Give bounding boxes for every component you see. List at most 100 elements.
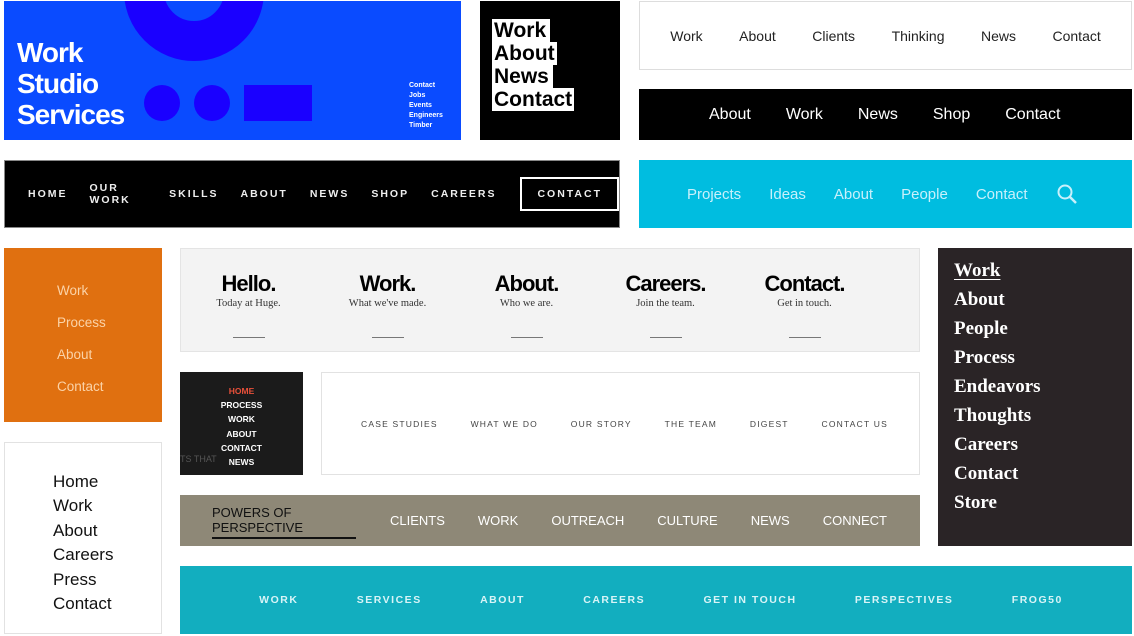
nav-item[interactable]: SHOP — [371, 188, 409, 200]
nav-item[interactable]: About — [492, 42, 557, 65]
nav-item[interactable]: CULTURE — [657, 513, 717, 528]
nav-item[interactable]: NEWS — [310, 188, 350, 200]
nav-item[interactable]: News — [981, 28, 1016, 44]
nav-item[interactable]: CONTACT — [180, 441, 303, 455]
nav-item[interactable]: About — [739, 28, 776, 44]
nav-item[interactable]: CONNECT — [823, 513, 887, 528]
nav-item[interactable]: FROG50 — [1012, 594, 1063, 606]
nav-item[interactable]: WORK — [180, 412, 303, 426]
nav-item[interactable]: Hello. Today at Huge. — [181, 271, 318, 338]
nav-item[interactable]: Engineers — [409, 111, 443, 121]
nav-item-subtitle: Who we are. — [499, 298, 554, 309]
nav-item[interactable]: CONTACT US — [822, 419, 888, 429]
nav-item[interactable]: Press — [53, 568, 113, 592]
nav-item[interactable]: NEWS — [751, 513, 790, 528]
nav-item[interactable]: Careers. Join the team. — [596, 271, 735, 338]
decor-ring — [124, 1, 264, 61]
nav-item[interactable]: Contact. Get in touch. — [735, 271, 874, 338]
nav-item[interactable]: About. Who we are. — [457, 271, 596, 338]
nav-item[interactable]: WORK — [478, 513, 518, 528]
nav-item[interactable]: PROCESS — [180, 398, 303, 412]
nav-item[interactable]: Shop — [933, 106, 970, 124]
nav-item[interactable]: Thinking — [892, 28, 945, 44]
nav-item[interactable]: Process — [57, 307, 106, 339]
nav-item[interactable]: About — [834, 186, 873, 203]
nav-item[interactable]: CAREERS — [431, 188, 496, 200]
nav-item[interactable]: Events — [409, 101, 443, 111]
decor-circle — [144, 85, 180, 121]
nav-item[interactable]: SERVICES — [357, 594, 422, 606]
nav-item[interactable]: Work — [670, 28, 702, 44]
nav-item[interactable]: Contact — [976, 186, 1028, 203]
nav-item[interactable]: Ideas — [769, 186, 806, 203]
nav-item[interactable]: About — [57, 339, 106, 371]
nav-item[interactable]: Services — [17, 99, 125, 130]
nav-item[interactable]: About — [709, 106, 751, 124]
nav-item[interactable]: ABOUT — [480, 594, 525, 606]
nav-item[interactable]: ABOUT — [241, 188, 288, 200]
nav-item-subtitle: Today at Huge. — [216, 298, 281, 309]
nav-item[interactable]: Work — [954, 256, 1041, 285]
nav-item[interactable]: OUR STORY — [571, 419, 632, 429]
nav-item[interactable]: Contact — [954, 459, 1041, 488]
nav-item[interactable]: People — [954, 314, 1041, 343]
nav-item[interactable]: DIGEST — [750, 419, 789, 429]
nav-item[interactable]: Jobs — [409, 91, 443, 101]
nav-item[interactable]: Contact — [1053, 28, 1101, 44]
nav-item[interactable]: News — [858, 106, 898, 124]
nav-item[interactable]: OUTREACH — [551, 513, 624, 528]
nav-item[interactable]: Timber — [409, 121, 443, 131]
search-icon[interactable] — [1056, 183, 1078, 205]
nav-item[interactable]: CAREERS — [583, 594, 645, 606]
nav-item[interactable]: Contact — [53, 592, 113, 616]
decor-rect — [244, 85, 312, 121]
nav-panel-black-boxes: Work About News Contact — [480, 1, 620, 140]
nav-item[interactable]: Careers — [954, 430, 1041, 459]
nav-item[interactable]: SKILLS — [169, 188, 218, 200]
nav-item[interactable]: CLIENTS — [390, 513, 445, 528]
nav-item[interactable]: Endeavors — [954, 372, 1041, 401]
nav-item[interactable]: About — [954, 285, 1041, 314]
nav-item[interactable]: Home — [53, 470, 113, 494]
nav-item[interactable]: THE TEAM — [665, 419, 717, 429]
nav-panel-teal: WORK SERVICES ABOUT CAREERS GET IN TOUCH PERS… — [180, 566, 1132, 634]
nav-panel-black-caps: HOME OUR WORK SKILLS ABOUT NEWS SHOP CAR… — [4, 160, 620, 228]
nav-item[interactable]: Work — [57, 275, 106, 307]
nav-item[interactable]: Work — [786, 106, 823, 124]
nav-item[interactable]: Contact — [57, 371, 106, 403]
nav-item[interactable]: POWERS OF PERSPECTIVE — [212, 503, 356, 539]
nav-item[interactable]: Work — [53, 494, 113, 518]
nav-item[interactable]: HOME — [180, 384, 303, 398]
nav-panel-orange: Work Process About Contact — [4, 248, 162, 422]
nav-item[interactable]: Work — [492, 19, 551, 42]
nav-panel-white-list: Home Work About Careers Press Contact — [4, 442, 162, 634]
nav-panel-black: About Work News Shop Contact — [639, 89, 1132, 140]
nav-item[interactable]: Store — [954, 488, 1041, 517]
nav-item[interactable]: OUR WORK — [90, 182, 148, 206]
nav-item[interactable]: Work. What we've made. — [318, 271, 457, 338]
nav-item[interactable]: Studio — [17, 68, 124, 99]
nav-item[interactable]: Contact — [409, 81, 443, 91]
nav-item[interactable]: PERSPECTIVES — [855, 594, 954, 606]
nav-item[interactable]: Careers — [53, 543, 113, 567]
nav-item[interactable]: CASE STUDIES — [361, 419, 438, 429]
nav-item[interactable]: People — [901, 186, 948, 203]
nav-item[interactable]: Work — [17, 37, 124, 68]
nav-item[interactable]: WORK — [259, 594, 298, 606]
nav-item[interactable]: Contact — [1005, 106, 1060, 124]
nav-item[interactable]: About — [53, 519, 113, 543]
nav-item-title: Contact. — [764, 271, 846, 296]
nav-item[interactable]: Contact — [492, 88, 575, 111]
nav-item[interactable]: Thoughts — [954, 401, 1041, 430]
nav-item[interactable]: NEWS — [180, 455, 303, 469]
nav-item[interactable]: Clients — [812, 28, 855, 44]
nav-item[interactable]: Process — [954, 343, 1041, 372]
nav-item[interactable]: GET IN TOUCH — [703, 594, 796, 606]
nav-item[interactable]: HOME — [28, 188, 68, 200]
nav-item[interactable]: WHAT WE DO — [471, 419, 538, 429]
contact-button[interactable]: CONTACT — [520, 177, 619, 211]
nav-panel-white-caps: CASE STUDIES WHAT WE DO OUR STORY THE TEAM D… — [321, 372, 920, 475]
nav-item[interactable]: News — [492, 65, 553, 88]
nav-item[interactable]: Projects — [687, 186, 741, 203]
nav-item[interactable]: ABOUT — [180, 427, 303, 441]
